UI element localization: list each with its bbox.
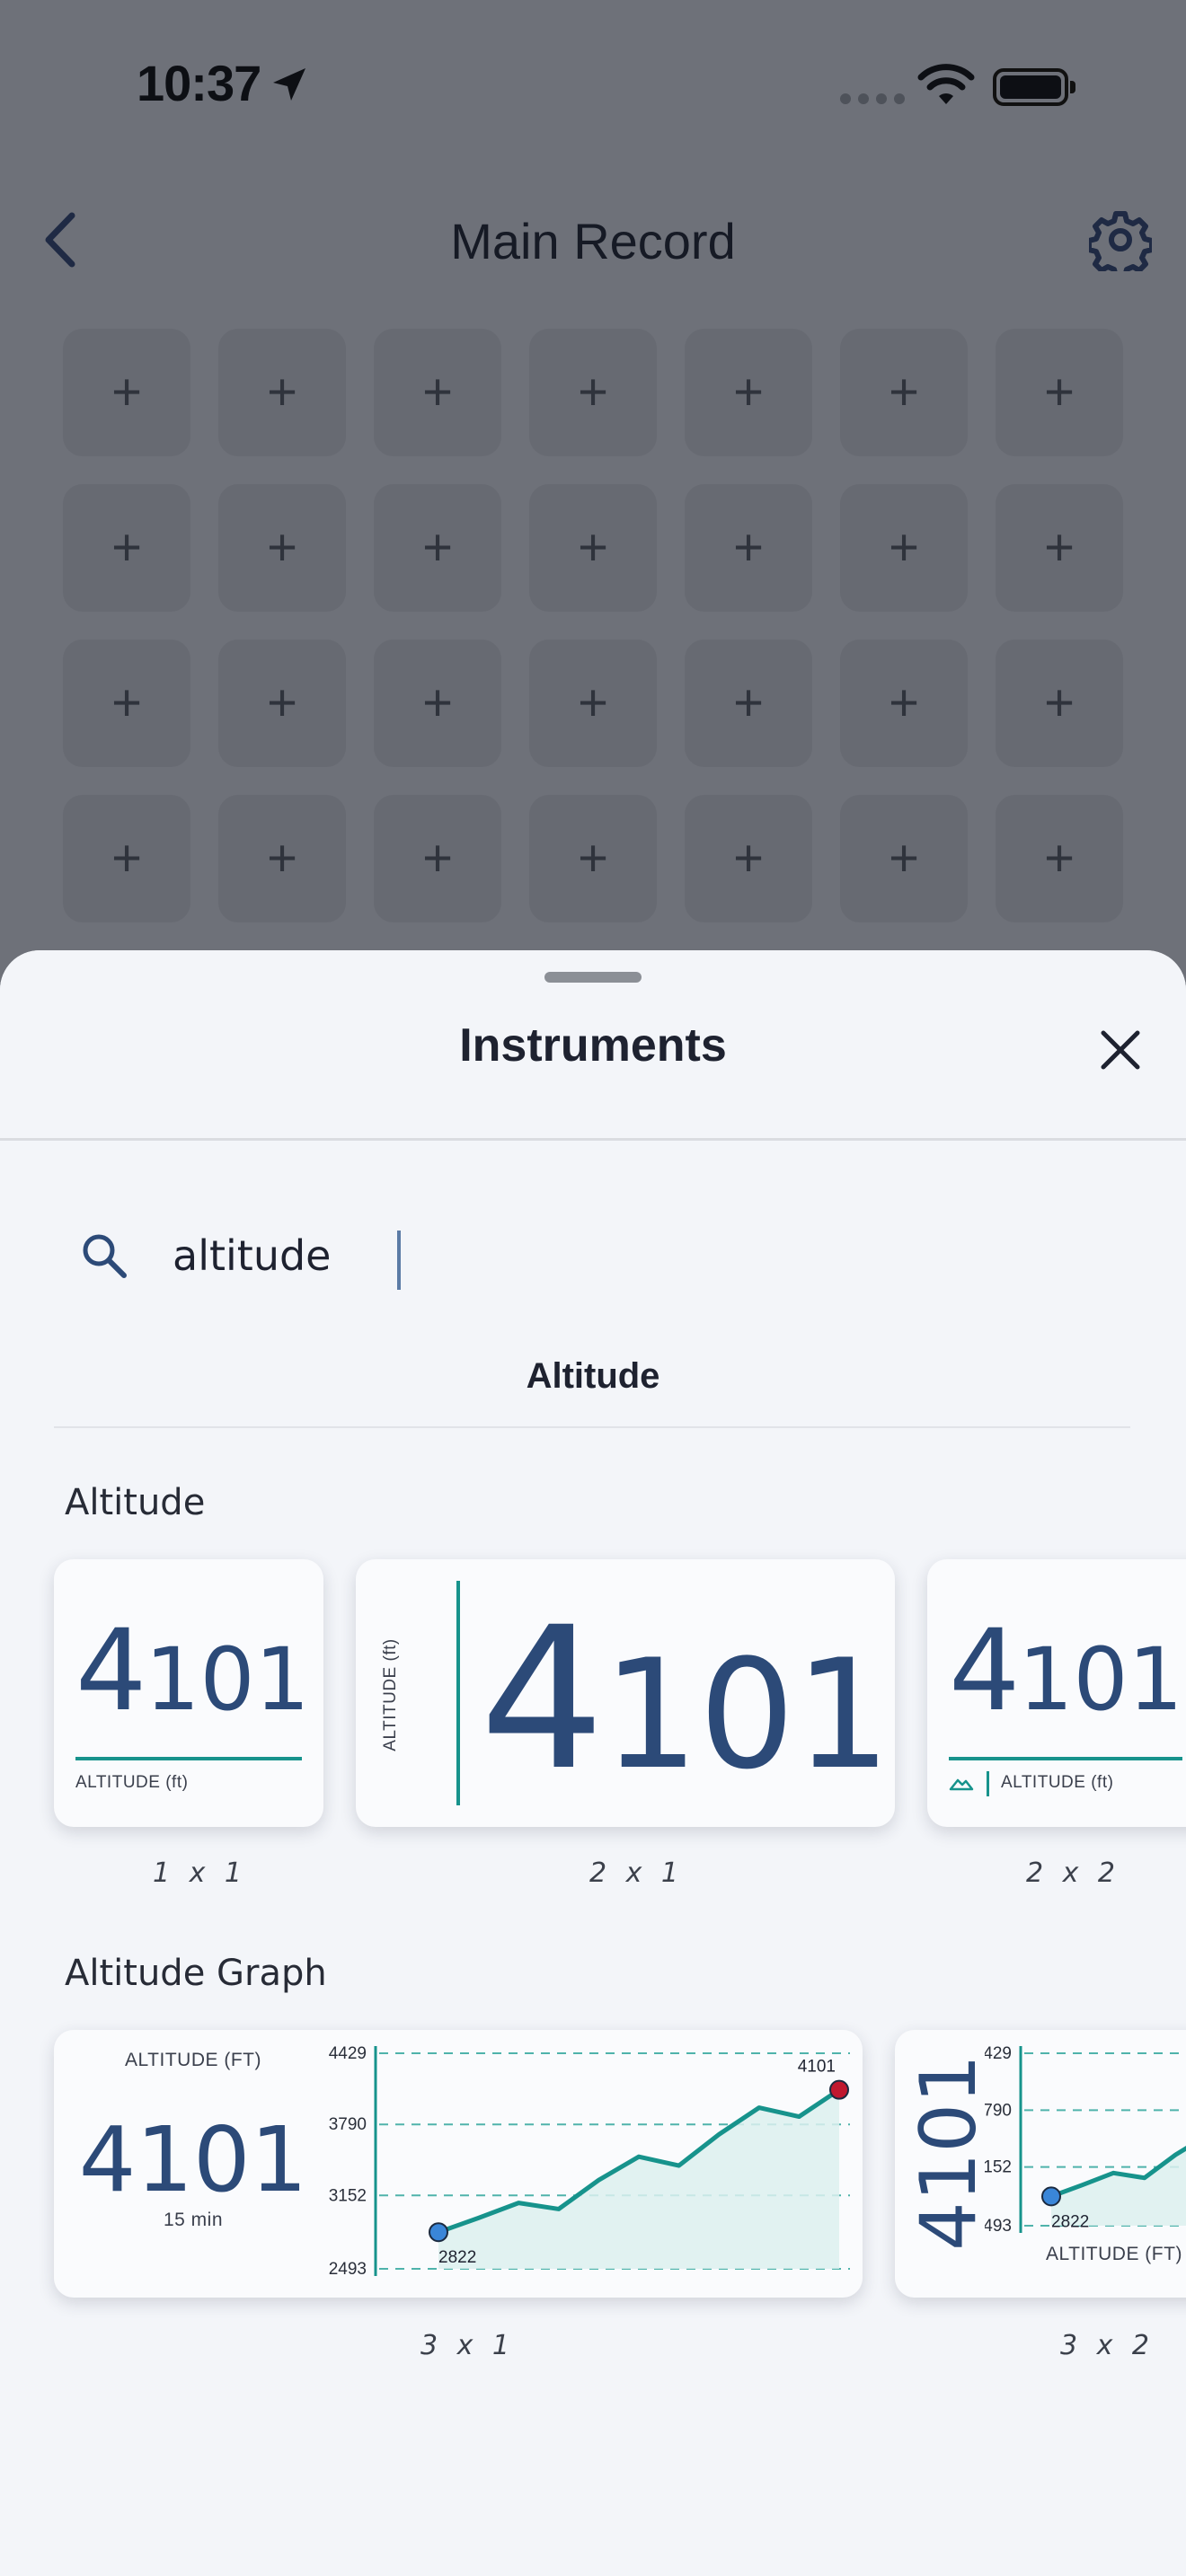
add-instrument-slot[interactable]: + xyxy=(996,329,1123,456)
search-bar[interactable] xyxy=(79,1220,1112,1292)
close-icon[interactable] xyxy=(1098,1028,1143,1072)
chart-tick-label: 2493 xyxy=(985,2217,1012,2236)
accent-line-vertical xyxy=(456,1581,460,1805)
instrument-slot-grid: + + + + + + + + + + + + + + + + + + + + + + + + + + + + xyxy=(63,329,1123,922)
chart-tick-label: 4429 xyxy=(985,2044,1012,2063)
chart-end-point xyxy=(829,2079,849,2100)
wifi-icon xyxy=(917,64,975,104)
add-instrument-slot[interactable]: + xyxy=(374,329,501,456)
chart-tick-label: 3790 xyxy=(329,2115,367,2134)
section-title-altitude: Altitude xyxy=(65,1482,206,1523)
background-screen: 10:37 Main Record + + + + + + + + + + + + + + + + + + + + + +… xyxy=(0,0,1186,1024)
divider xyxy=(54,1426,1130,1428)
add-instrument-slot[interactable]: + xyxy=(529,795,657,922)
page-title: Main Record xyxy=(450,213,736,269)
add-instrument-slot[interactable]: + xyxy=(996,795,1123,922)
chart-tick-label: 2493 xyxy=(329,2260,367,2279)
accent-divider xyxy=(987,1771,989,1796)
cellular-signal-icon xyxy=(840,93,905,104)
add-instrument-slot[interactable]: + xyxy=(529,329,657,456)
add-instrument-slot[interactable]: + xyxy=(685,329,812,456)
sheet-grabber[interactable] xyxy=(544,972,642,983)
instrument-card-altitude-1x1[interactable]: 4101 ALTITUDE (ft) xyxy=(54,1559,323,1827)
add-instrument-slot[interactable]: + xyxy=(218,795,346,922)
mountain-icon xyxy=(949,1778,974,1791)
add-instrument-slot[interactable]: + xyxy=(529,640,657,767)
size-label-3x2: 3 x 2 xyxy=(1060,2330,1155,2361)
add-instrument-slot[interactable]: + xyxy=(996,640,1123,767)
altitude-unit-label: ALTITUDE (ft) xyxy=(75,1773,189,1792)
add-instrument-slot[interactable]: + xyxy=(63,795,190,922)
add-instrument-slot[interactable]: + xyxy=(63,484,190,612)
add-instrument-slot[interactable]: + xyxy=(218,484,346,612)
add-instrument-slot[interactable]: + xyxy=(529,484,657,612)
graph-title-label: ALTITUDE (FT) xyxy=(125,2050,261,2070)
altitude-value: 4101 xyxy=(78,2107,308,2212)
chart-area xyxy=(438,2089,839,2269)
add-instrument-slot[interactable]: + xyxy=(685,640,812,767)
add-instrument-slot[interactable]: + xyxy=(840,484,968,612)
altitude-unit-label-vertical: ALTITUDE (ft) xyxy=(381,1638,400,1751)
chart-tick-label: 3790 xyxy=(985,2101,1012,2120)
add-instrument-slot[interactable]: + xyxy=(840,795,968,922)
altitude-value: 4101 xyxy=(949,1606,1183,1736)
add-instrument-slot[interactable]: + xyxy=(374,484,501,612)
add-instrument-slot[interactable]: + xyxy=(685,795,812,922)
altitude-unit-label: ALTITUDE (ft) xyxy=(1001,1773,1114,1792)
sheet-title: Instruments xyxy=(459,1019,727,1072)
add-instrument-slot[interactable]: + xyxy=(218,329,346,456)
accent-line xyxy=(75,1757,302,1760)
instrument-card-altitude-2x1[interactable]: ALTITUDE (ft) 4101 xyxy=(356,1559,895,1827)
graph-title-label: ALTITUDE (FT) xyxy=(1046,2244,1182,2264)
accent-line xyxy=(949,1757,1182,1760)
sheet-header: Instruments xyxy=(0,950,1186,1141)
location-arrow-icon xyxy=(273,68,305,101)
chart-start-point xyxy=(1041,2186,1061,2207)
add-instrument-slot[interactable]: + xyxy=(840,640,968,767)
altitude-value: 4101 xyxy=(480,1584,891,1813)
altitude-value-vertical: 4101 xyxy=(904,2054,994,2251)
battery-icon xyxy=(993,68,1075,106)
add-instrument-slot[interactable]: + xyxy=(374,795,501,922)
add-instrument-slot[interactable]: + xyxy=(63,329,190,456)
add-instrument-slot[interactable]: + xyxy=(996,484,1123,612)
add-instrument-slot[interactable]: + xyxy=(840,329,968,456)
altitude-value: 4101 xyxy=(75,1606,310,1736)
chart-tick-label: 3152 xyxy=(985,2158,1012,2177)
chart-start-point xyxy=(429,2222,448,2243)
status-time: 10:37 xyxy=(137,55,261,111)
size-label-3x1: 3 x 1 xyxy=(420,2330,515,2361)
add-instrument-slot[interactable]: + xyxy=(218,640,346,767)
search-input[interactable] xyxy=(173,1220,1071,1292)
chart-tick-label: 4429 xyxy=(329,2044,367,2063)
instrument-card-altitude-2x2[interactable]: 4101 ALTITUDE (ft) xyxy=(927,1559,1186,1827)
instrument-card-altitude-graph-3x2[interactable]: 4101 2493 3152 3790 4429 2822 ALTITUDE (FT) xyxy=(895,2030,1186,2298)
size-label-2x1: 2 x 1 xyxy=(589,1857,684,1889)
chart-start-label: 2822 xyxy=(1051,2212,1089,2231)
size-label-2x2: 2 x 2 xyxy=(1026,1857,1120,1889)
add-instrument-slot[interactable]: + xyxy=(685,484,812,612)
section-title-altitude-graph: Altitude Graph xyxy=(65,1953,327,1994)
settings-gear-icon[interactable] xyxy=(1089,208,1152,271)
search-icon xyxy=(83,1234,127,1278)
chart-end-label: 4101 xyxy=(798,2058,836,2077)
altitude-graph: 2493 3152 3790 4429 2822 4101 xyxy=(329,2044,850,2279)
size-label-1x1: 1 x 1 xyxy=(153,1857,247,1889)
graph-period-label: 15 min xyxy=(163,2210,224,2230)
instruments-sheet: Instruments Altitude Altitude 4101 ALTIT… xyxy=(0,950,1186,2576)
filter-category-label[interactable]: Altitude xyxy=(0,1356,1186,1397)
instrument-card-altitude-graph-3x1[interactable]: ALTITUDE (FT) 4101 15 min 2493 3152 3790 44… xyxy=(54,2030,863,2298)
chart-tick-label: 3152 xyxy=(329,2186,367,2205)
chart-area xyxy=(1051,2148,1186,2226)
add-instrument-slot[interactable]: + xyxy=(374,640,501,767)
chart-start-label: 2822 xyxy=(438,2248,476,2267)
text-caret xyxy=(397,1231,401,1290)
add-instrument-slot[interactable]: + xyxy=(63,640,190,767)
